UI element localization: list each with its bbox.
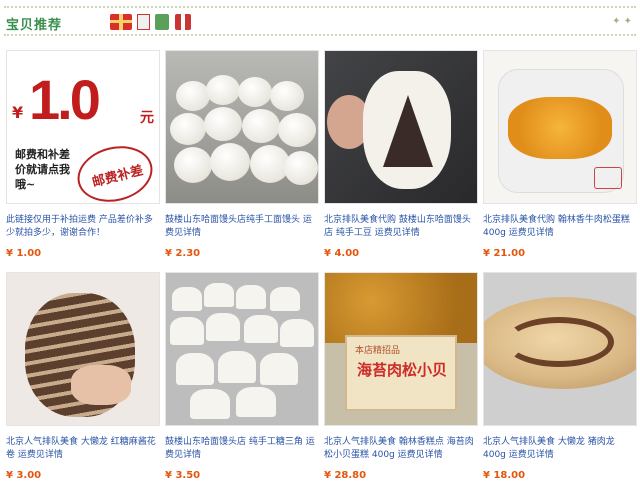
sugar-triangle-bun bbox=[270, 287, 300, 311]
product-title-link[interactable]: 鼓楼山东哈面馒头店 纯手工糖三角 运费见详情 bbox=[165, 436, 319, 462]
shop-sign: 本店精招品 海苔肉松小贝 bbox=[345, 335, 457, 411]
meat-swirl bbox=[504, 317, 614, 367]
sugar-triangle-bun bbox=[218, 351, 256, 383]
product-image[interactable] bbox=[324, 50, 478, 204]
product-price: ¥ 21.00 bbox=[483, 248, 526, 259]
sugar-triangle-bun bbox=[244, 315, 278, 343]
sign-main-text: 海苔肉松小贝 bbox=[357, 361, 448, 379]
product-image[interactable] bbox=[165, 50, 319, 204]
bun bbox=[242, 109, 280, 143]
promo-currency: ¥ bbox=[12, 103, 24, 122]
product-image[interactable] bbox=[483, 50, 637, 204]
postage-stamp: 邮费补差 bbox=[71, 138, 159, 203]
product-image[interactable]: ¥ 1.0 元 邮费和补差价就请点我哦~ 邮费补差 bbox=[6, 50, 160, 204]
sugar-triangle-bun bbox=[236, 387, 276, 417]
sugar-triangle-bun bbox=[170, 317, 204, 345]
product-price: ¥ 2.30 bbox=[165, 248, 201, 259]
product-image[interactable] bbox=[165, 272, 319, 426]
bun bbox=[206, 75, 240, 105]
sugar-triangle-bun bbox=[172, 287, 202, 311]
bun bbox=[284, 151, 318, 185]
section-header: 宝贝推荐 ✦ ✦ bbox=[0, 0, 640, 40]
product-image[interactable] bbox=[6, 272, 160, 426]
promo-text: 邮费和补差价就请点我哦~ bbox=[15, 148, 70, 191]
product-title-link[interactable]: 北京人气排队美食 大懒龙 猪肉龙 400g 运费见详情 bbox=[483, 436, 637, 462]
product-price: ¥ 1.00 bbox=[6, 248, 42, 259]
floss-pastry-pile bbox=[325, 273, 477, 343]
product-price: ¥ 4.00 bbox=[324, 248, 360, 259]
product-title-link[interactable]: 此链接仅用于补拍运费 产品差价补多少就拍多少，谢谢合作！ bbox=[6, 214, 160, 240]
bun bbox=[270, 81, 304, 111]
product-title-link[interactable]: 北京人气排队美食 翰林香糕点 海苔肉松小贝蛋糕 400g 运费见详情 bbox=[324, 436, 478, 462]
sugar-triangle-bun bbox=[204, 283, 234, 307]
sugar-triangle-bun bbox=[236, 285, 266, 309]
sugar-triangle-bun bbox=[190, 389, 230, 419]
sugar-triangle-bun bbox=[176, 353, 214, 385]
product-price: ¥ 3.50 bbox=[165, 470, 201, 481]
bun bbox=[170, 113, 206, 145]
gift-box-icon bbox=[175, 14, 191, 30]
bun bbox=[204, 107, 242, 141]
product-price: ¥ 3.00 bbox=[6, 470, 42, 481]
sugar-triangle-bun bbox=[260, 353, 298, 385]
product-title-link[interactable]: 鼓楼山东哈面馒头店纯手工面馒头 运费见详情 bbox=[165, 214, 319, 240]
product-title-link[interactable]: 北京排队美食代购 鼓楼山东哈面馒头店 纯手工豆 运费见详情 bbox=[324, 214, 478, 240]
star-decoration-icon: ✦ ✦ bbox=[612, 16, 632, 27]
product-image[interactable] bbox=[483, 272, 637, 426]
bun bbox=[210, 143, 250, 181]
floss-cake bbox=[508, 97, 612, 159]
product-title-link[interactable]: 北京人气排队美食 大懒龙 红糖麻酱花卷 运费见详情 bbox=[6, 436, 160, 462]
promo-big-price: 1.0 bbox=[29, 68, 101, 131]
dotted-divider bbox=[4, 34, 636, 36]
product-image[interactable]: 本店精招品 海苔肉松小贝 bbox=[324, 272, 478, 426]
promo-unit: 元 bbox=[140, 110, 154, 126]
brand-tag bbox=[594, 167, 622, 189]
sugar-triangle-bun bbox=[206, 313, 240, 341]
product-title-link[interactable]: 北京排队美食代购 翰林香牛肉松蛋糕 400g 运费见详情 bbox=[483, 214, 637, 240]
sign-top-text: 本店精招品 bbox=[355, 346, 401, 356]
hand bbox=[71, 365, 131, 405]
dotted-divider bbox=[4, 6, 636, 8]
stamp-text: 邮费补差 bbox=[90, 163, 145, 191]
product-price: ¥ 28.80 bbox=[324, 470, 367, 481]
bun bbox=[176, 81, 210, 111]
bun bbox=[238, 77, 272, 107]
bun bbox=[174, 147, 212, 183]
gift-box-icon bbox=[110, 14, 132, 30]
product-price: ¥ 18.00 bbox=[483, 470, 526, 481]
gift-bag-icon bbox=[137, 14, 150, 30]
bun bbox=[278, 113, 316, 147]
sugar-triangle-bun bbox=[280, 319, 314, 347]
present-icon bbox=[155, 14, 169, 30]
section-title: 宝贝推荐 bbox=[6, 18, 63, 33]
